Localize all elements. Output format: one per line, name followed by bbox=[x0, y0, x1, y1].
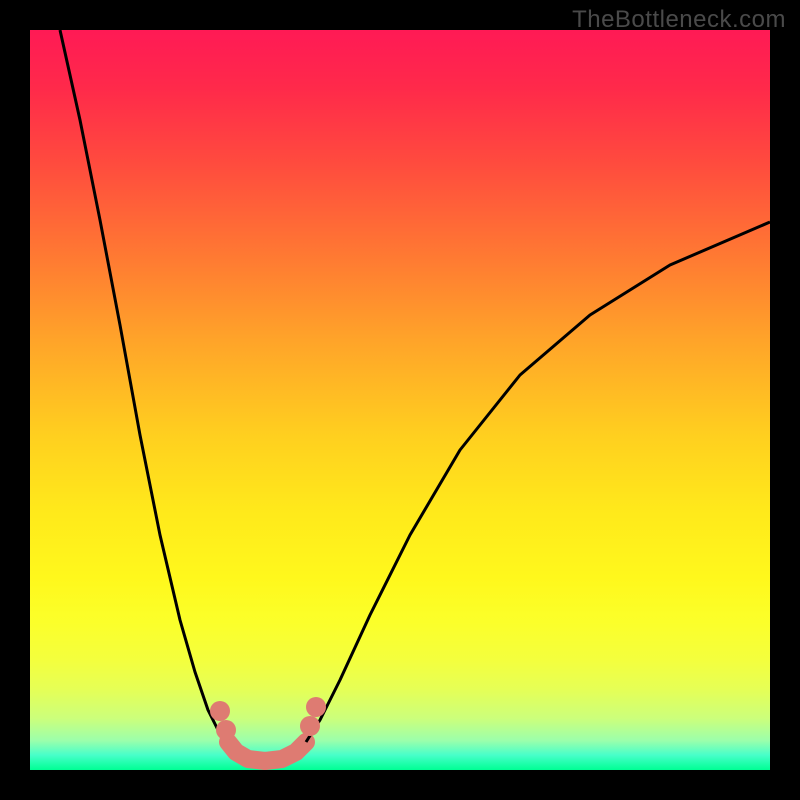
right-bead-upper bbox=[306, 697, 326, 717]
plot-area bbox=[30, 30, 770, 770]
chart-frame: TheBottleneck.com bbox=[0, 0, 800, 800]
left-bead-lower bbox=[216, 720, 236, 740]
left-bead-upper bbox=[210, 701, 230, 721]
valley-floor bbox=[228, 742, 306, 761]
left-curve bbox=[60, 30, 228, 742]
watermark-text: TheBottleneck.com bbox=[572, 6, 786, 34]
curve-layer bbox=[60, 30, 770, 761]
chart-svg bbox=[30, 30, 770, 770]
right-bead-lower bbox=[300, 716, 320, 736]
right-curve bbox=[306, 222, 770, 742]
